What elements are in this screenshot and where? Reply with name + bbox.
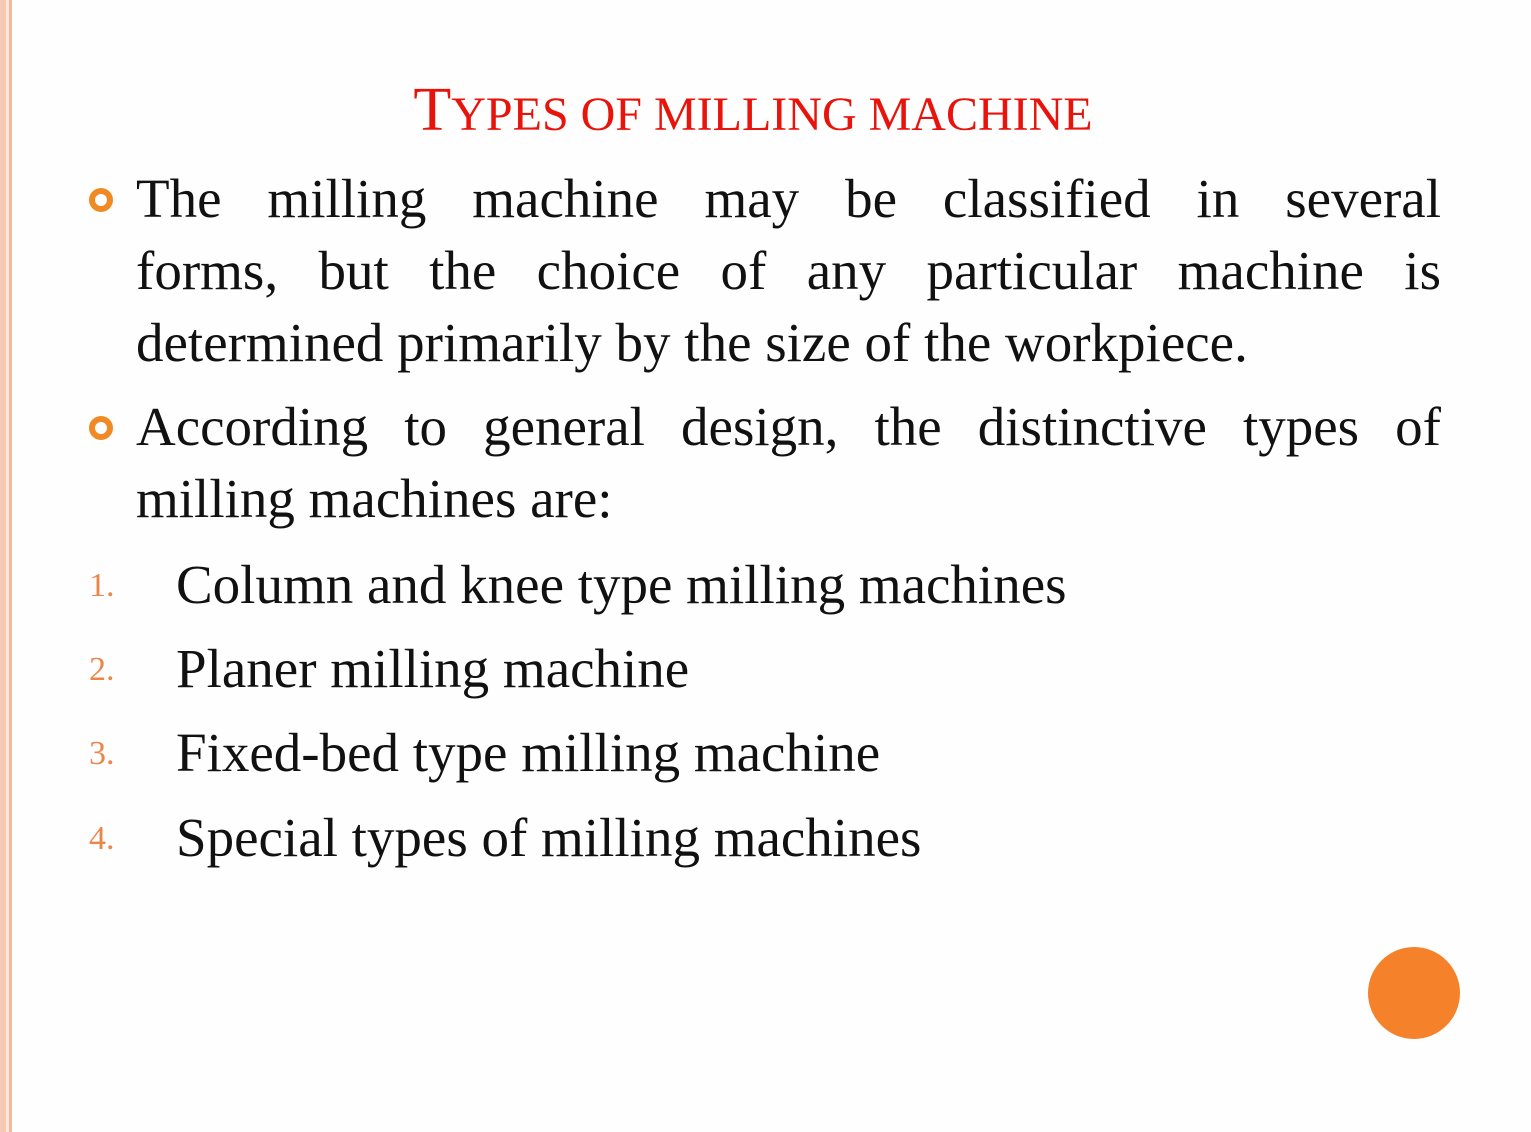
numbered-item-2: 2. Planer milling machine	[89, 637, 1389, 721]
item-text: Column and knee type milling machines	[176, 554, 1067, 615]
bullet-1-line-3: determined primarily by the size of the …	[136, 312, 1248, 373]
item-text: Fixed-bed type milling machine	[176, 722, 881, 783]
slide-title: TYPES OF MILLING MACHINE	[0, 78, 1506, 147]
bullet-item-1: The milling machine may be classified in…	[89, 163, 1441, 379]
ring-bullet-icon	[89, 416, 113, 440]
item-number: 4.	[89, 820, 115, 857]
bullet-2-line-2: milling machines are:	[136, 468, 613, 529]
title-first-letter: T	[413, 76, 452, 144]
numbered-item-4: 4. Special types of milling machines	[89, 806, 1389, 890]
ring-bullet-icon	[89, 188, 113, 212]
title-rest: YPES OF MILLING MACHINE	[451, 88, 1093, 141]
bullet-1-line-1: The milling machine may be classified in…	[136, 168, 1441, 229]
bullet-text-1: The milling machine may be classified in…	[136, 163, 1441, 379]
right-decorative-stripes	[1465, 0, 1531, 1132]
numbered-item-3: 3. Fixed-bed type milling machine	[89, 721, 1389, 805]
left-decorative-stripe	[0, 0, 16, 1132]
bullet-item-2: According to general design, the distinc…	[89, 391, 1441, 535]
item-text: Planer milling machine	[176, 638, 690, 699]
item-number: 2.	[89, 651, 115, 688]
item-text: Special types of milling machines	[176, 807, 922, 868]
bullet-text-2: According to general design, the distinc…	[136, 391, 1441, 535]
slide: TYPES OF MILLING MACHINE The milling mac…	[0, 0, 1531, 1132]
item-number: 3.	[89, 735, 115, 772]
bullet-1-line-2: forms, but the choice of any particular …	[136, 240, 1441, 301]
numbered-item-1: 1. Column and knee type milling machines	[89, 553, 1389, 637]
item-number: 1.	[89, 567, 115, 604]
orange-circle-decoration	[1368, 947, 1460, 1039]
bullet-2-line-1: According to general design, the distinc…	[136, 396, 1441, 457]
